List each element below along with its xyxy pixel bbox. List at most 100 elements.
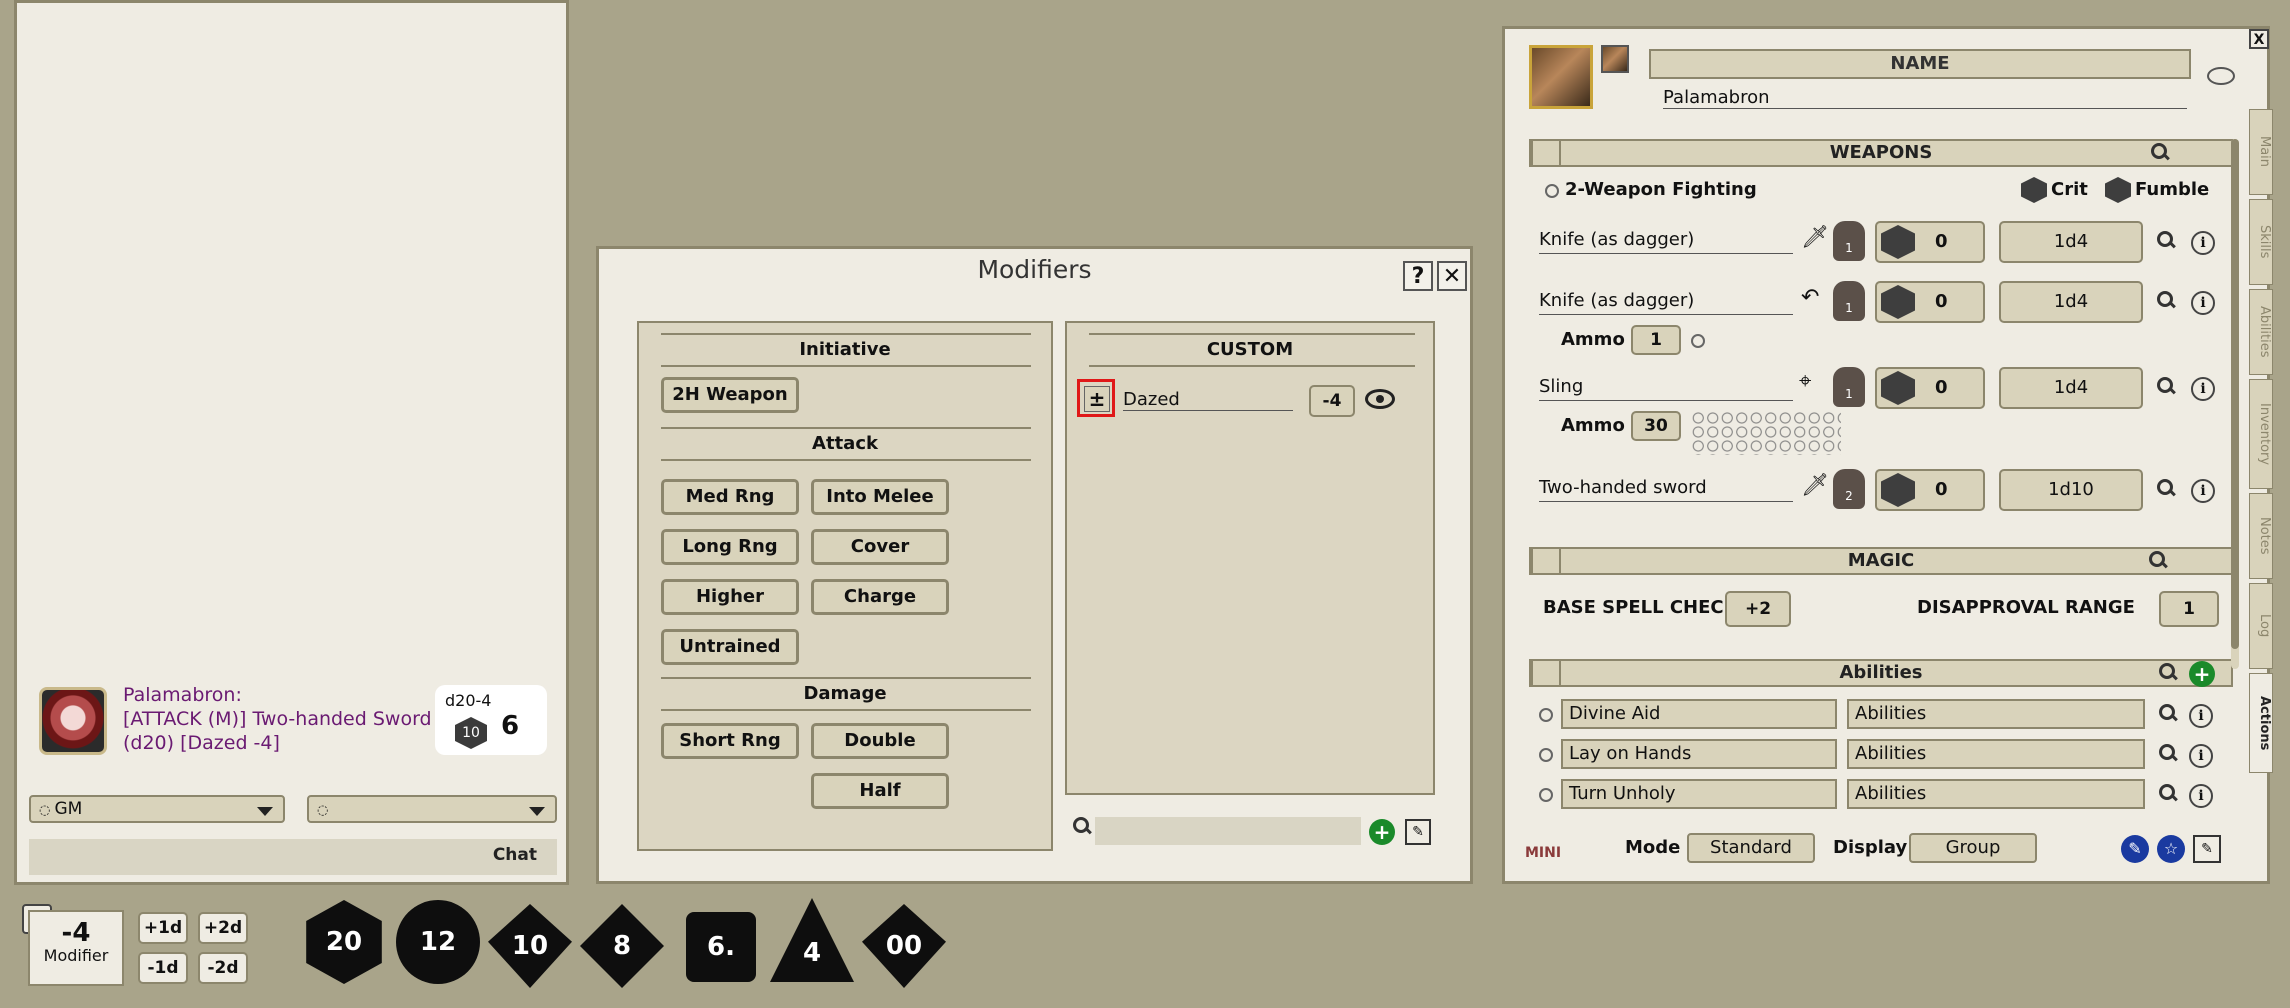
custom-modifier-name[interactable]: Dazed	[1123, 389, 1293, 411]
star-icon[interactable]: ☆	[2157, 835, 2185, 863]
higher-button[interactable]: Higher	[661, 579, 799, 615]
damage-field[interactable]: 1d4	[1999, 221, 2143, 263]
tab-actions[interactable]: Actions	[2249, 673, 2273, 773]
radio-icon[interactable]	[1545, 184, 1559, 198]
search-icon[interactable]	[2159, 704, 2179, 724]
damage-field[interactable]: 1d4	[1999, 281, 2143, 323]
ability-type[interactable]: Abilities	[1847, 779, 2145, 809]
add-icon[interactable]: +	[2189, 661, 2215, 687]
hand-icon[interactable]: 1	[1833, 367, 1865, 407]
attack-field[interactable]: 0	[1875, 469, 1985, 511]
tab-notes[interactable]: Notes	[2249, 493, 2273, 579]
damage-field[interactable]: 1d4	[1999, 367, 2143, 409]
tab-log[interactable]: Log	[2249, 583, 2273, 669]
double-button[interactable]: Double	[811, 723, 949, 759]
token-portrait[interactable]	[1601, 45, 1629, 73]
minus-1d-button[interactable]: -1d	[138, 952, 188, 984]
disapproval-range-field[interactable]: 1	[2159, 591, 2219, 627]
ammo-dot-icon[interactable]	[1691, 334, 1705, 348]
hand-icon[interactable]: 1	[1833, 221, 1865, 261]
damage-field[interactable]: 1d10	[1999, 469, 2143, 511]
plus-minus-toggle[interactable]: ±	[1077, 379, 1115, 417]
melee-sword-icon[interactable]: 🗡	[1801, 225, 1829, 250]
ability-type[interactable]: Abilities	[1847, 739, 2145, 769]
brush-icon[interactable]: ✎	[2121, 835, 2149, 863]
med-rng-button[interactable]: Med Rng	[661, 479, 799, 515]
cover-button[interactable]: Cover	[811, 529, 949, 565]
eye-icon[interactable]	[1365, 389, 1395, 409]
half-button[interactable]: Half	[811, 773, 949, 809]
search-icon[interactable]	[2151, 143, 2171, 163]
scrollbar[interactable]	[2231, 139, 2239, 669]
chat-mode-select[interactable]: ◌	[307, 795, 557, 823]
weapon-name[interactable]: Sling	[1539, 376, 1793, 401]
minus-2d-button[interactable]: -2d	[198, 952, 248, 984]
thrown-arrow-icon[interactable]: ↶	[1801, 285, 1819, 310]
base-spell-check-field[interactable]: +2	[1725, 591, 1791, 627]
search-icon[interactable]	[2157, 291, 2177, 311]
radio-icon[interactable]	[1539, 748, 1553, 762]
d20-die[interactable]: 20	[306, 900, 382, 984]
close-button[interactable]: ✕	[1437, 261, 1467, 291]
hand-icon[interactable]: 2	[1833, 469, 1865, 509]
crit-toggle-icon[interactable]	[2021, 177, 2047, 203]
d6-die[interactable]: 6.	[686, 912, 756, 982]
radio-icon[interactable]	[1539, 788, 1553, 802]
tab-main[interactable]: Main	[2249, 109, 2273, 195]
search-icon[interactable]	[2157, 479, 2177, 499]
edit-icon[interactable]: ✎	[1405, 819, 1431, 845]
hand-icon[interactable]: 1	[1833, 281, 1865, 321]
untrained-button[interactable]: Untrained	[661, 629, 799, 665]
d4-die[interactable]: 4	[770, 898, 854, 982]
search-icon[interactable]	[2159, 744, 2179, 764]
weapon-name[interactable]: Two-handed sword	[1539, 477, 1793, 502]
edit-icon[interactable]: ✎	[2193, 835, 2221, 863]
character-portrait[interactable]	[1529, 45, 1593, 109]
short-rng-button[interactable]: Short Rng	[661, 723, 799, 759]
ammo-field[interactable]: 30	[1631, 411, 1681, 441]
identity-select[interactable]: ◌ GM	[29, 795, 285, 823]
mode-button[interactable]: Standard	[1687, 833, 1815, 863]
display-button[interactable]: Group	[1909, 833, 2037, 863]
add-icon[interactable]: +	[1369, 819, 1395, 845]
search-icon[interactable]	[2159, 784, 2179, 804]
weapon-name[interactable]: Knife (as dagger)	[1539, 229, 1793, 254]
ability-name[interactable]: Lay on Hands	[1561, 739, 1837, 769]
search-icon[interactable]	[2159, 663, 2179, 683]
d100-die[interactable]: 00	[862, 904, 946, 988]
help-button[interactable]: ?	[1403, 261, 1433, 291]
d12-die[interactable]: 12	[396, 900, 480, 984]
attack-field[interactable]: 0	[1875, 281, 1985, 323]
info-icon[interactable]: i	[2189, 784, 2213, 808]
info-icon[interactable]: i	[2191, 479, 2215, 503]
search-icon[interactable]	[1073, 817, 1095, 841]
info-icon[interactable]: i	[2191, 291, 2215, 315]
attack-field[interactable]: 0	[1875, 221, 1985, 263]
tab-abilities[interactable]: Abilities	[2249, 289, 2273, 375]
info-icon[interactable]: i	[2189, 704, 2213, 728]
info-icon[interactable]: i	[2191, 377, 2215, 401]
fumble-toggle-icon[interactable]	[2105, 177, 2131, 203]
info-icon[interactable]: i	[2191, 231, 2215, 255]
speech-bubble-icon[interactable]	[2207, 67, 2235, 85]
ability-name[interactable]: Turn Unholy	[1561, 779, 1837, 809]
search-icon[interactable]	[2157, 231, 2177, 251]
plus-2d-button[interactable]: +2d	[198, 912, 248, 944]
search-icon[interactable]	[2149, 551, 2169, 571]
ability-name[interactable]: Divine Aid	[1561, 699, 1837, 729]
chat-input[interactable]: Chat	[29, 839, 557, 875]
tab-skills[interactable]: Skills	[2249, 199, 2273, 285]
d10-die[interactable]: 10	[488, 904, 572, 988]
attack-field[interactable]: 0	[1875, 367, 1985, 409]
modifier-box[interactable]: -4 Modifier	[28, 910, 124, 986]
search-input[interactable]	[1095, 817, 1361, 845]
search-icon[interactable]	[2157, 377, 2177, 397]
ranged-crosshair-icon[interactable]: ⌖	[1799, 369, 1811, 394]
ammo-field[interactable]: 1	[1631, 325, 1681, 355]
mini-toggle[interactable]: MINI	[1525, 845, 1561, 861]
long-rng-button[interactable]: Long Rng	[661, 529, 799, 565]
charge-button[interactable]: Charge	[811, 579, 949, 615]
character-name[interactable]: Palamabron	[1663, 87, 2187, 109]
custom-modifier-value[interactable]: -4	[1309, 385, 1355, 417]
ammo-counter[interactable]	[1691, 411, 1841, 455]
